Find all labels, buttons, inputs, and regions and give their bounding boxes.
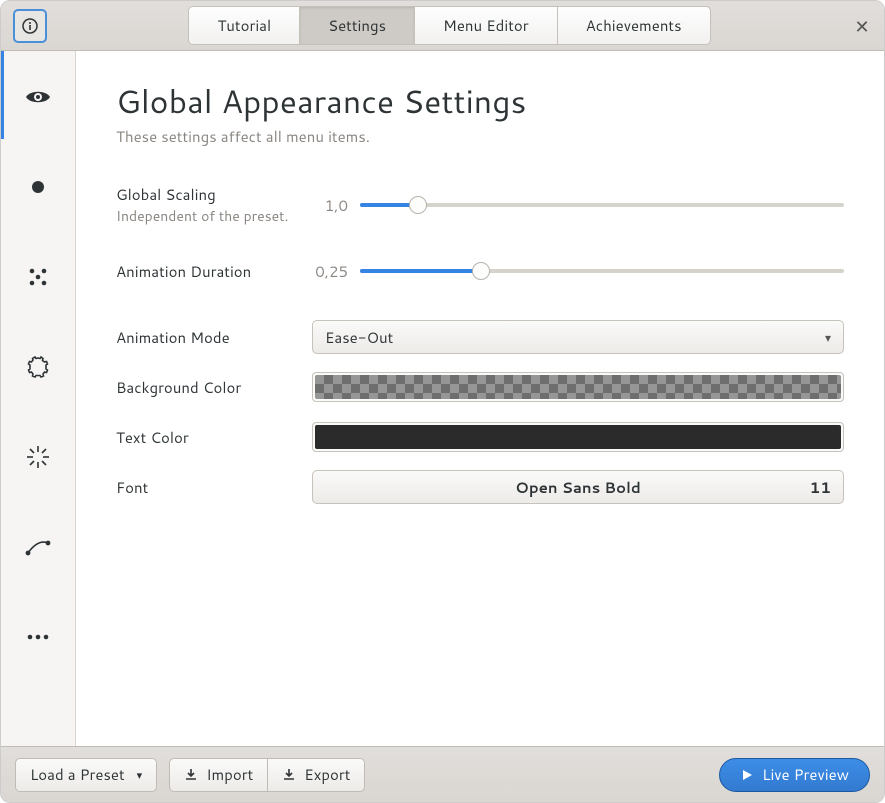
global-scaling-slider[interactable]	[360, 196, 844, 214]
sidebar-item-3[interactable]	[22, 261, 54, 293]
sidebar-selection-indicator	[1, 51, 4, 139]
import-button[interactable]: Import	[169, 758, 268, 792]
sidebar-item-7[interactable]	[22, 621, 54, 653]
global-scaling-label: Global Scaling	[116, 184, 312, 205]
footer: Load a Preset Import Export Live Preview	[1, 746, 884, 802]
background-color-label: Background Color	[116, 377, 312, 398]
background-color-picker[interactable]	[312, 372, 844, 402]
eye-icon	[25, 88, 51, 106]
gear-outline-icon	[26, 355, 50, 379]
sidebar	[1, 51, 75, 746]
font-picker[interactable]: Open Sans Bold 11	[312, 470, 844, 504]
tab-tutorial[interactable]: Tutorial	[188, 6, 300, 45]
sidebar-item-5[interactable]	[22, 441, 54, 473]
load-preset-button[interactable]: Load a Preset	[15, 758, 157, 792]
tab-achievements[interactable]: Achievements	[557, 6, 711, 45]
sidebar-item-2[interactable]	[22, 171, 54, 203]
tab-settings[interactable]: Settings	[299, 6, 415, 45]
ellipsis-icon	[26, 633, 50, 641]
sparkle-icon	[25, 444, 51, 470]
sidebar-item-appearance[interactable]	[22, 81, 54, 113]
dots-grid-icon	[26, 265, 50, 289]
tabs: Tutorial Settings Menu Editor Achievemen…	[188, 6, 710, 45]
sidebar-item-6[interactable]	[22, 531, 54, 563]
text-color-picker[interactable]	[312, 422, 844, 452]
close-button[interactable]: ✕	[852, 16, 872, 36]
import-icon	[184, 768, 198, 782]
text-color-label: Text Color	[116, 427, 312, 448]
play-icon	[740, 768, 754, 782]
font-label: Font	[116, 477, 312, 498]
animation-mode-label: Animation Mode	[116, 327, 312, 348]
info-button[interactable]	[13, 9, 47, 43]
content-area: Global Appearance Settings These setting…	[75, 51, 884, 746]
live-preview-button[interactable]: Live Preview	[719, 758, 870, 792]
curve-icon	[25, 537, 51, 557]
tab-menu-editor[interactable]: Menu Editor	[414, 6, 558, 45]
animation-duration-slider[interactable]	[360, 262, 844, 280]
page-subtitle: These settings affect all menu items.	[116, 126, 844, 147]
sidebar-item-4[interactable]	[22, 351, 54, 383]
global-scaling-value: 1,0	[312, 195, 348, 216]
export-icon	[282, 768, 296, 782]
circle-icon	[31, 180, 45, 194]
animation-duration-value: 0,25	[312, 261, 348, 282]
animation-mode-dropdown[interactable]: Ease-Out	[312, 320, 844, 354]
page-title: Global Appearance Settings	[116, 79, 844, 124]
export-button[interactable]: Export	[267, 758, 365, 792]
titlebar: Tutorial Settings Menu Editor Achievemen…	[1, 1, 884, 51]
animation-duration-label: Animation Duration	[116, 261, 312, 282]
global-scaling-sublabel: Independent of the preset.	[116, 206, 312, 226]
info-icon	[22, 18, 38, 34]
